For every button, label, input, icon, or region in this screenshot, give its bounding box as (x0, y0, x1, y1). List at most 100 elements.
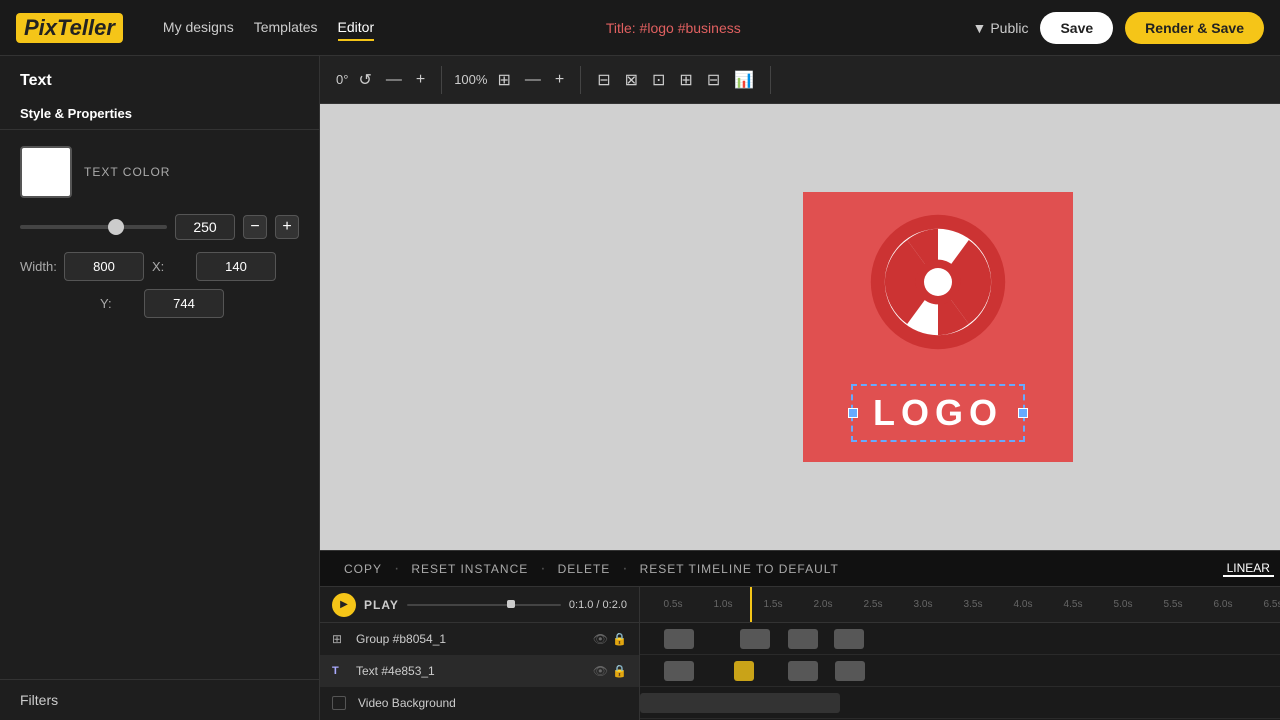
action-reset-timeline[interactable]: RESET TIMELINE TO DEFAULT (632, 562, 847, 576)
nav-my-designs[interactable]: My designs (163, 15, 234, 41)
align-middle-button[interactable]: ⊟ (703, 66, 724, 94)
action-delete[interactable]: DELETE (550, 562, 619, 576)
playhead[interactable] (750, 587, 752, 622)
y-row: Y: (20, 289, 299, 318)
layer-group-actions: 👁 🔒 (593, 632, 627, 646)
timeline-layers: ▶ PLAY 0:1.0 / 0:2.0 ⊞ Group #b8054_1 👁 (320, 587, 640, 720)
ease-linear[interactable]: LINEAR (1223, 561, 1274, 577)
layer-video-name: Video Background (358, 696, 627, 710)
ruler-6: 3.5s (948, 599, 998, 610)
text-icon: T (332, 665, 348, 677)
layer-text-name: Text #4e853_1 (356, 664, 585, 678)
size-decrease-button[interactable]: − (243, 215, 267, 239)
align-center-button[interactable]: ⊠ (621, 66, 642, 94)
block-video[interactable] (640, 693, 840, 713)
public-button[interactable]: ▼ Public (972, 20, 1028, 36)
layer-text-visibility[interactable]: 👁 (593, 664, 608, 678)
chart-button[interactable]: 📊 (730, 66, 758, 94)
action-copy[interactable]: COPY (336, 562, 390, 576)
layer-video[interactable]: Video Background (320, 687, 639, 719)
camera-aperture-icon (868, 212, 1008, 352)
save-button[interactable]: Save (1040, 12, 1113, 44)
block-text-yellow[interactable] (734, 661, 754, 681)
logo-text-selection: LOGO (851, 384, 1025, 442)
size-input[interactable] (175, 214, 235, 240)
x-field: X: (152, 252, 276, 281)
handle-middle-left[interactable] (848, 408, 858, 418)
nav-templates[interactable]: Templates (254, 15, 318, 41)
toolbar-top: 0° ↺ — + 100% ⊞ — + ⊟ ⊠ ⊡ ⊞ ⊟ 📊 ↩ ↪ (320, 56, 1280, 104)
left-panel: Text Style & Properties TEXT COLOR − + W… (0, 56, 320, 720)
render-save-button[interactable]: Render & Save (1125, 12, 1264, 44)
layer-group-lock[interactable]: 🔒 (612, 632, 627, 646)
logo-text: LOGO (873, 392, 1003, 433)
panel-section-text: Text (0, 56, 319, 98)
rotation-decrease[interactable]: — (382, 67, 406, 93)
layer-text-lock[interactable]: 🔒 (612, 664, 627, 678)
align-right-button[interactable]: ⊡ (648, 66, 669, 94)
right-nav: ▼ Public Save Render & Save (972, 12, 1264, 44)
block-group-4[interactable] (834, 629, 864, 649)
play-button[interactable]: ▶ (332, 593, 356, 617)
track-text (640, 655, 1280, 687)
play-thumb (507, 600, 515, 608)
play-progress-bar (407, 604, 561, 606)
x-label: X: (152, 259, 192, 274)
ruler-11: 6.0s (1198, 599, 1248, 610)
x-input[interactable] (196, 252, 276, 281)
title-value: #logo #business (640, 20, 741, 36)
ruler-3: 2.0s (798, 599, 848, 610)
align-top-button[interactable]: ⊞ (675, 66, 696, 94)
block-group-3[interactable] (788, 629, 818, 649)
ease-options: LINEAR · EASE IN · EASE OUT · EASE IN OU… (1223, 561, 1280, 577)
action-reset-instance[interactable]: RESET INSTANCE (403, 562, 536, 576)
video-checkbox[interactable] (332, 696, 346, 710)
play-label: PLAY (364, 598, 399, 612)
timeline-ruler: 0.5s 1.0s 1.5s 2.0s 2.5s 3.0s 3.5s 4.0s … (640, 587, 1280, 623)
title-prefix: Title: (606, 20, 636, 36)
y-input[interactable] (144, 289, 224, 318)
dimension-row: Width: X: (20, 252, 299, 281)
align-left-button[interactable]: ⊟ (593, 66, 614, 94)
size-increase-button[interactable]: + (275, 215, 299, 239)
block-group-2[interactable] (740, 629, 770, 649)
y-field: Y: (100, 289, 224, 318)
ruler-1: 1.0s (698, 599, 748, 610)
logo[interactable]: PixTeller (16, 13, 123, 43)
zoom-decrease[interactable]: — (521, 67, 545, 93)
ruler-5: 3.0s (898, 599, 948, 610)
panel-content: TEXT COLOR − + Width: X: (0, 130, 319, 679)
color-row: TEXT COLOR (20, 146, 299, 198)
rotation-value: 0° (336, 72, 348, 87)
layer-text[interactable]: T Text #4e853_1 👁 🔒 (320, 655, 639, 687)
bottom-panel: COPY · RESET INSTANCE · DELETE · RESET T… (320, 550, 1280, 720)
width-input[interactable] (64, 252, 144, 281)
right-area: 0° ↺ — + 100% ⊞ — + ⊟ ⊠ ⊡ ⊞ ⊟ 📊 ↩ ↪ (320, 56, 1280, 720)
canvas-frame: LOGO (803, 192, 1073, 462)
main-layout: Text Style & Properties TEXT COLOR − + W… (0, 56, 1280, 720)
rotation-increase[interactable]: + (412, 67, 429, 93)
size-slider-row: − + (20, 214, 299, 240)
top-navigation: PixTeller My designs Templates Editor Ti… (0, 0, 1280, 56)
timeline-actions: COPY · RESET INSTANCE · DELETE · RESET T… (320, 551, 1280, 587)
play-time: 0:1.0 / 0:2.0 (569, 599, 627, 611)
title-area: Title: #logo #business (398, 20, 948, 36)
size-slider[interactable] (20, 225, 167, 229)
rotate-button[interactable]: ↺ (354, 66, 375, 94)
layer-group-name: Group #b8054_1 (356, 632, 585, 646)
layer-group[interactable]: ⊞ Group #b8054_1 👁 🔒 (320, 623, 639, 655)
canvas-wrapper: Design (320, 104, 1280, 550)
zoom-increase[interactable]: + (551, 67, 568, 93)
block-text-2[interactable] (788, 661, 818, 681)
style-properties-title: Style & Properties (0, 98, 319, 130)
zoom-group: 100% ⊞ — + (454, 66, 581, 94)
block-text-3[interactable] (835, 661, 865, 681)
handle-middle-right[interactable] (1018, 408, 1028, 418)
layer-group-visibility[interactable]: 👁 (593, 632, 608, 646)
text-color-swatch[interactable] (20, 146, 72, 198)
timeline-controls: ▶ PLAY 0:1.0 / 0:2.0 (320, 587, 639, 623)
timeline-tracks-area: 0.5s 1.0s 1.5s 2.0s 2.5s 3.0s 3.5s 4.0s … (640, 587, 1280, 720)
block-group-1[interactable] (664, 629, 694, 649)
block-text-1[interactable] (664, 661, 694, 681)
nav-editor[interactable]: Editor (338, 15, 375, 41)
